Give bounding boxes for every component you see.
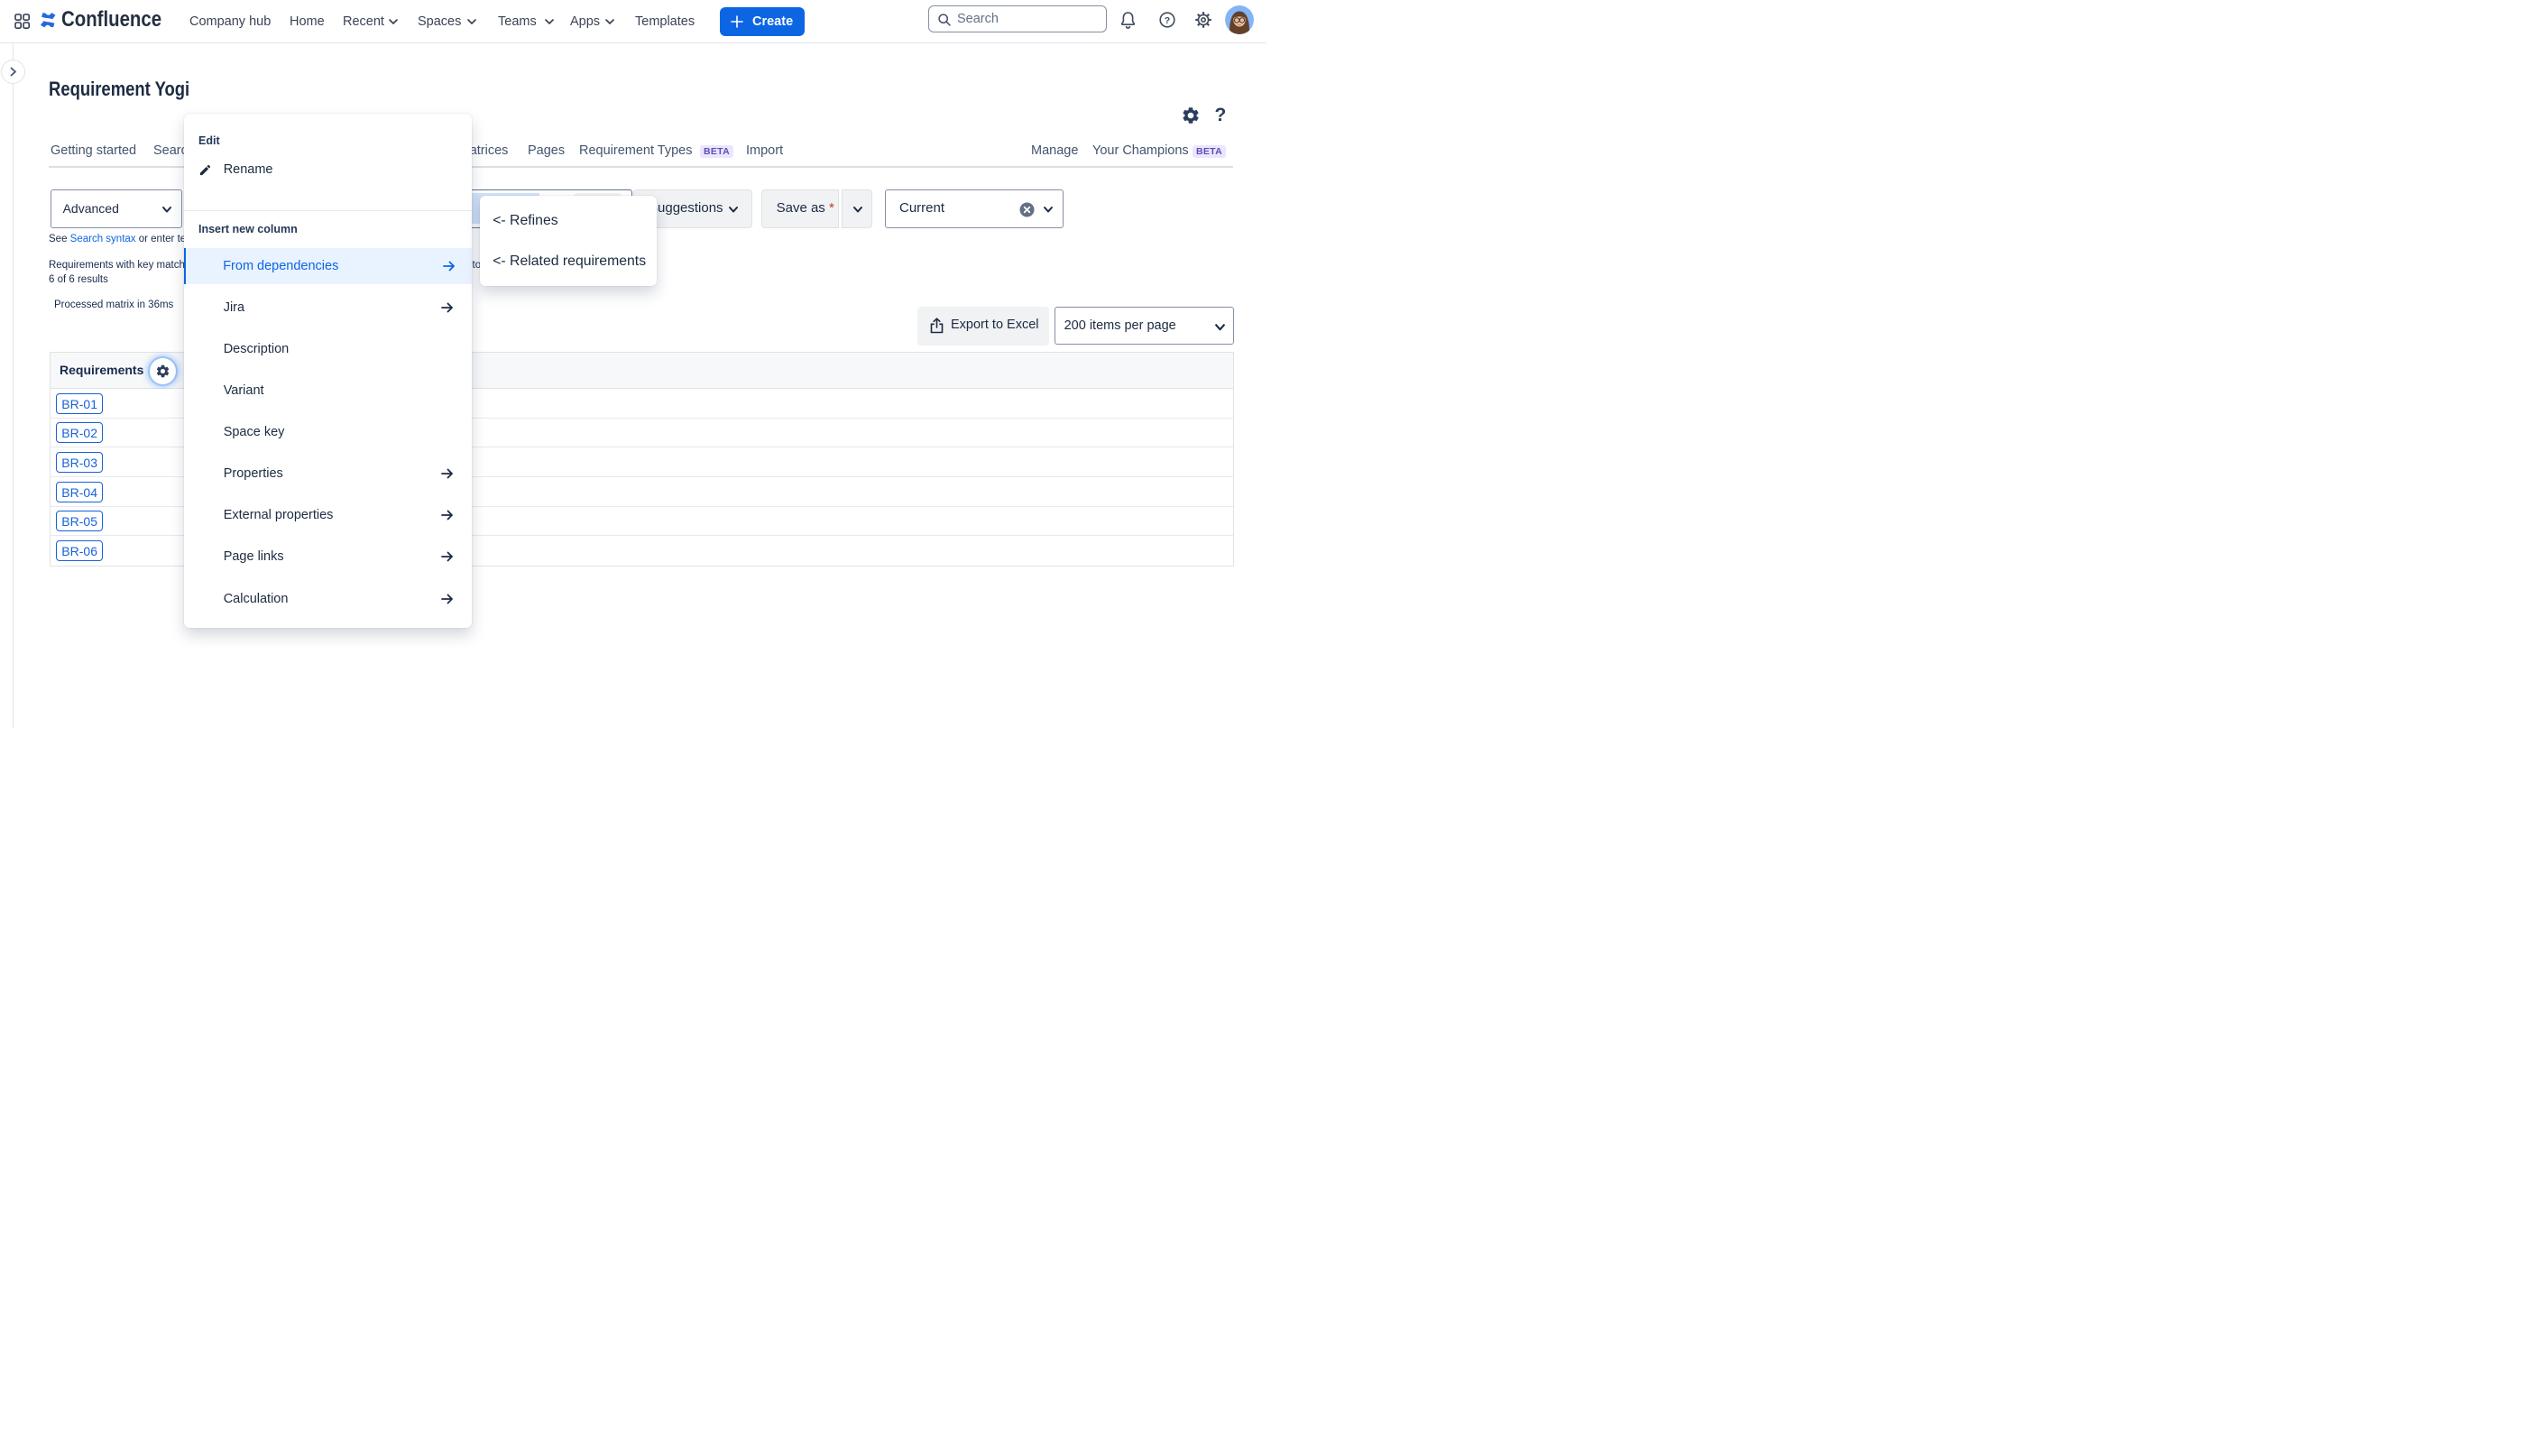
svg-text:?: ? bbox=[1165, 14, 1170, 25]
